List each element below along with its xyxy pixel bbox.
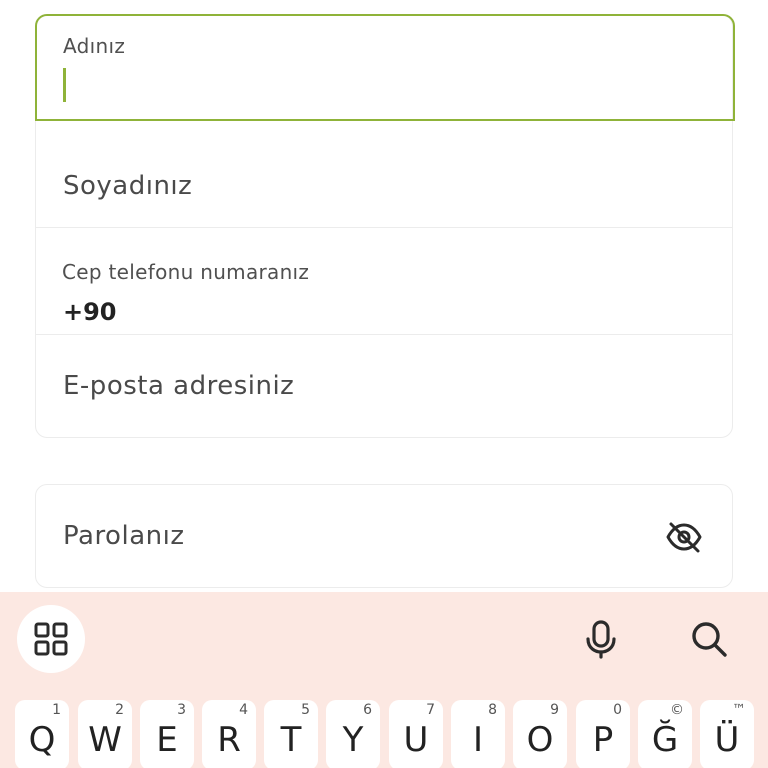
key-i[interactable]: 8I bbox=[451, 700, 505, 768]
key-hint: 6 bbox=[363, 702, 372, 718]
key-y[interactable]: 6Y bbox=[326, 700, 380, 768]
key-hint: 4 bbox=[239, 702, 248, 718]
key-char: Y bbox=[342, 720, 364, 760]
key-char: U bbox=[403, 720, 429, 760]
key-o[interactable]: 9O bbox=[513, 700, 567, 768]
on-screen-keyboard: 1Q 2W 3E 4R 5T 6Y 7U 8I 9O 0P © Ğ ™ Ü bbox=[0, 592, 768, 768]
key-char: T bbox=[280, 720, 302, 760]
key-w[interactable]: 2W bbox=[78, 700, 132, 768]
email-placeholder: E-posta adresiniz bbox=[63, 371, 295, 401]
key-char: Q bbox=[28, 720, 56, 760]
key-char: Ğ bbox=[651, 720, 679, 760]
key-char: I bbox=[472, 720, 484, 760]
registration-form: Adınız Soyadınız Cep telefonu numaranız … bbox=[0, 0, 768, 592]
key-char: E bbox=[156, 720, 178, 760]
email-field[interactable]: E-posta adresiniz bbox=[36, 335, 732, 439]
key-hint: © bbox=[670, 702, 684, 718]
key-t[interactable]: 5T bbox=[264, 700, 318, 768]
key-char: Ü bbox=[714, 720, 740, 760]
key-char: W bbox=[88, 720, 122, 760]
key-q[interactable]: 1Q bbox=[15, 700, 69, 768]
key-hint: 2 bbox=[115, 702, 124, 718]
keyboard-row-1: 1Q 2W 3E 4R 5T 6Y 7U 8I 9O 0P © Ğ ™ Ü bbox=[0, 700, 768, 768]
password-placeholder: Parolanız bbox=[63, 521, 185, 551]
key-p[interactable]: 0P bbox=[576, 700, 630, 768]
phone-label: Cep telefonu numaranız bbox=[62, 260, 310, 284]
key-hint: 0 bbox=[613, 702, 622, 718]
key-e[interactable]: 3E bbox=[140, 700, 194, 768]
key-r[interactable]: 4R bbox=[202, 700, 256, 768]
key-g-breve[interactable]: © Ğ bbox=[638, 700, 692, 768]
first-name-field[interactable]: Adınız bbox=[35, 14, 735, 121]
key-hint: 9 bbox=[550, 702, 559, 718]
key-char: R bbox=[217, 720, 241, 760]
password-field[interactable]: Parolanız bbox=[35, 484, 733, 588]
phone-field[interactable]: Cep telefonu numaranız +90 bbox=[36, 228, 732, 335]
key-hint: 7 bbox=[426, 702, 435, 718]
search-icon[interactable] bbox=[684, 614, 734, 664]
key-u[interactable]: 7U bbox=[389, 700, 443, 768]
key-char: P bbox=[592, 720, 614, 760]
last-name-placeholder: Soyadınız bbox=[63, 171, 193, 201]
first-name-label: Adınız bbox=[63, 34, 126, 58]
key-hint: 1 bbox=[52, 702, 61, 718]
phone-value: +90 bbox=[63, 298, 117, 326]
keyboard-toolbar bbox=[0, 592, 768, 688]
key-u-umlaut[interactable]: ™ Ü bbox=[700, 700, 754, 768]
text-cursor bbox=[63, 68, 66, 102]
personal-info-group: Adınız Soyadınız Cep telefonu numaranız … bbox=[35, 14, 735, 439]
microphone-icon[interactable] bbox=[576, 614, 626, 664]
key-hint: 3 bbox=[177, 702, 186, 718]
key-hint: ™ bbox=[732, 702, 746, 718]
key-hint: 5 bbox=[301, 702, 310, 718]
key-hint: 8 bbox=[488, 702, 497, 718]
last-name-field[interactable]: Soyadınız bbox=[36, 121, 732, 228]
key-char: O bbox=[526, 720, 554, 760]
grid-icon[interactable] bbox=[17, 605, 85, 673]
eye-off-icon[interactable] bbox=[664, 517, 704, 557]
